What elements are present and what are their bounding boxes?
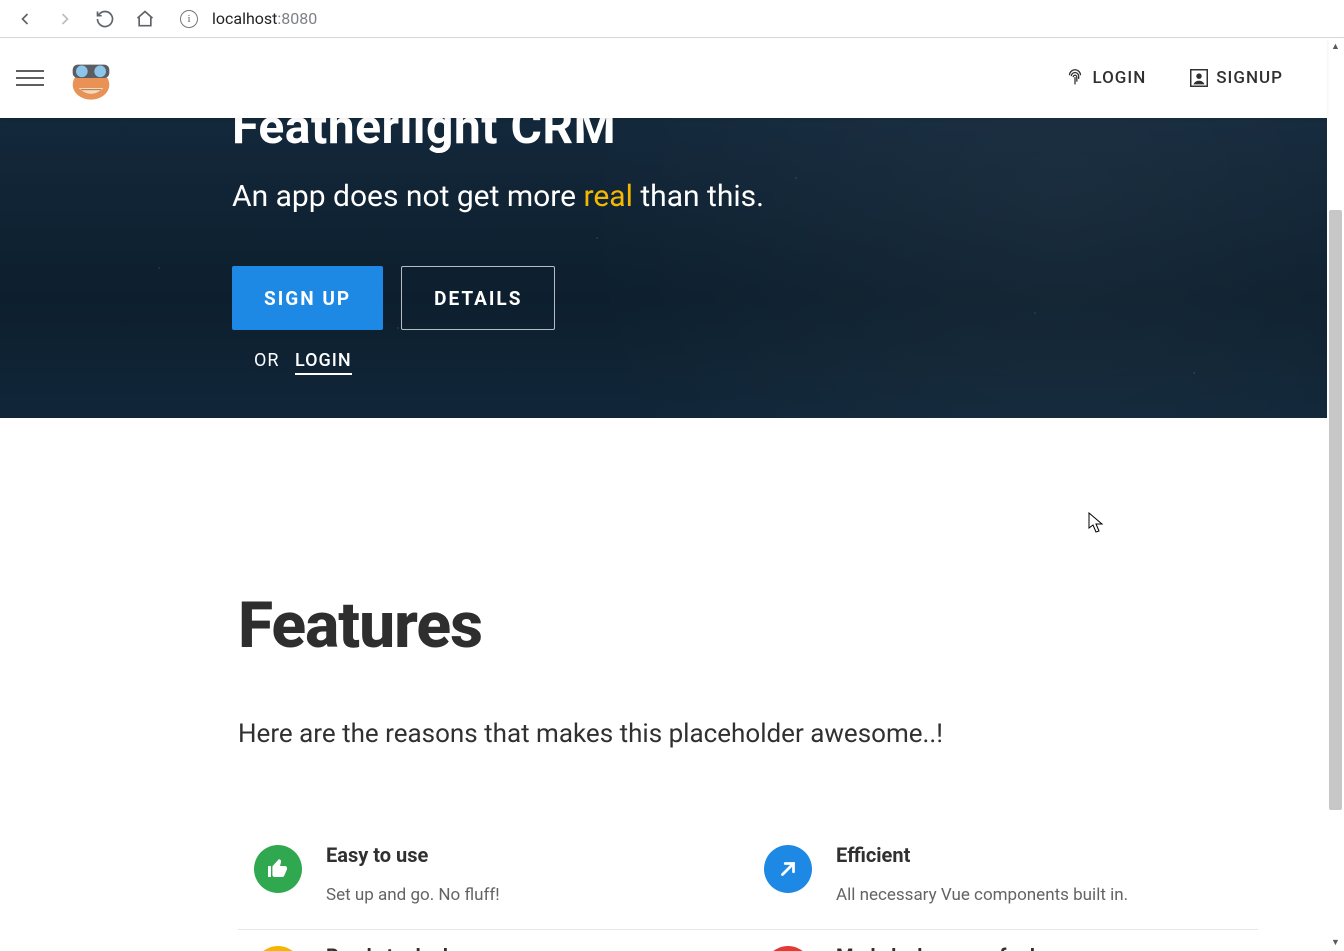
feature-item: Ready to deploy [238,930,748,951]
signup-label: SIGNUP [1216,68,1283,88]
scroll-down-icon[interactable]: ▼ [1327,934,1344,951]
feature-title: Easy to use [326,843,500,867]
features-lead: Here are the reasons that makes this pla… [238,719,1258,749]
browser-chrome: i localhost:8080 [0,0,1344,38]
feature-desc: All necessary Vue components built in. [836,885,1128,905]
rocket-icon [254,946,302,951]
login-label: LOGIN [1092,68,1146,88]
scroll-thumb[interactable] [1329,210,1342,810]
url-port: :8080 [277,9,317,28]
features-heading: Features [238,588,1258,663]
or-login-row: OR LOGIN [232,350,1327,371]
signup-button[interactable]: SIGN UP [232,266,383,330]
page-scrollbar[interactable]: ▲ ▼ [1327,38,1344,951]
site-info-icon[interactable]: i [180,10,198,28]
menu-button[interactable] [16,64,44,92]
app-header: LOGIN SIGNUP [0,38,1327,118]
hero-tagline: An app does not get more real than this. [232,179,1327,214]
url-host: localhost [212,9,277,28]
feature-item: Easy to use Set up and go. No fluff! [238,829,748,930]
reload-button[interactable] [92,6,118,32]
feature-title: Made by humans, for humans. [836,944,1108,951]
fingerprint-icon [1064,67,1086,89]
app-logo[interactable] [66,53,116,103]
feature-title: Ready to deploy [326,944,469,951]
feature-title: Efficient [836,843,1128,867]
feature-item: Made by humans, for humans. [748,930,1258,951]
feature-desc: Set up and go. No fluff! [326,885,500,905]
address-bar[interactable]: localhost:8080 [212,9,317,28]
login-link[interactable]: LOGIN [1064,67,1146,89]
signup-link[interactable]: SIGNUP [1188,67,1283,89]
portrait-icon [1188,67,1210,89]
thumb-up-icon [254,845,302,893]
back-button[interactable] [12,6,38,32]
viewport: LOGIN SIGNUP Featherlight CRM An app doe… [0,38,1344,951]
details-button[interactable]: DETAILS [401,266,555,330]
forward-button[interactable] [52,6,78,32]
arrow-top-right-icon [764,845,812,893]
feature-item: Efficient All necessary Vue components bu… [748,829,1258,930]
features-section: Features Here are the reasons that makes… [0,418,1327,951]
home-button[interactable] [132,6,158,32]
hero-login-link[interactable]: LOGIN [295,350,352,375]
heart-icon [764,946,812,951]
scroll-up-icon[interactable]: ▲ [1327,38,1344,55]
hero-section: Featherlight CRM An app does not get mor… [0,118,1327,418]
